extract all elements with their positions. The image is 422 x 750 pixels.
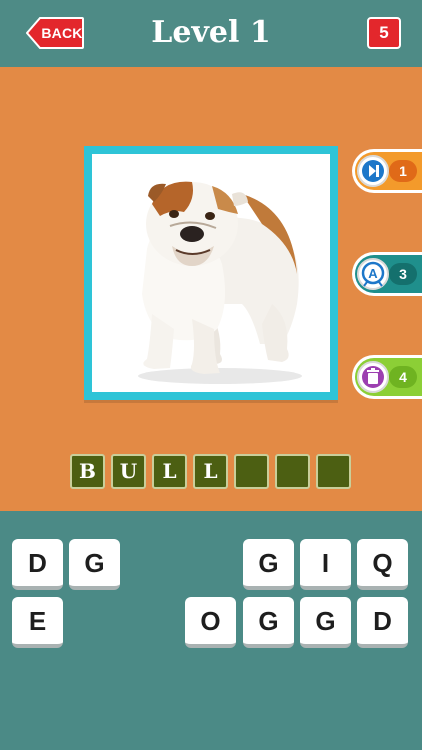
letter-key[interactable]: G xyxy=(300,597,351,648)
answer-slot[interactable]: B xyxy=(70,454,105,489)
answer-slot[interactable]: U xyxy=(111,454,146,489)
answer-slot[interactable] xyxy=(275,454,310,489)
skip-hint-count: 1 xyxy=(389,160,417,182)
letter-key[interactable]: E xyxy=(12,597,63,648)
top-bar: BACK Level 1 5 xyxy=(0,0,422,67)
letter-key[interactable]: O xyxy=(185,597,236,648)
puzzle-picture-frame xyxy=(84,146,338,400)
bulldog-image xyxy=(138,181,302,384)
skip-level-hint-button[interactable]: 1 xyxy=(352,149,422,193)
bulldog-photo xyxy=(92,154,330,392)
svg-text:A: A xyxy=(368,266,378,281)
answer-slot[interactable]: L xyxy=(193,454,228,489)
answer-slot[interactable] xyxy=(234,454,269,489)
answer-slot[interactable] xyxy=(316,454,351,489)
letter-key[interactable]: G xyxy=(69,539,120,590)
coin-count-badge: 5 xyxy=(367,17,401,49)
reveal-letter-icon: A xyxy=(357,258,389,290)
remove-hint-count: 4 xyxy=(389,366,417,388)
back-button-label: BACK xyxy=(41,25,83,41)
answer-slot[interactable]: L xyxy=(152,454,187,489)
reveal-letter-hint-button[interactable]: A 3 xyxy=(352,252,422,296)
letter-key[interactable]: G xyxy=(243,597,294,648)
level-title: Level 1 xyxy=(151,15,271,50)
letter-key[interactable]: Q xyxy=(357,539,408,590)
letter-key[interactable]: D xyxy=(12,539,63,590)
reveal-hint-count: 3 xyxy=(389,263,417,285)
remove-letters-icon xyxy=(357,361,389,393)
skip-icon xyxy=(357,155,389,187)
letter-key[interactable]: G xyxy=(243,539,294,590)
letter-key[interactable]: I xyxy=(300,539,351,590)
remove-letters-hint-button[interactable]: 4 xyxy=(352,355,422,399)
letter-key[interactable]: D xyxy=(357,597,408,648)
back-button[interactable]: BACK xyxy=(26,17,84,49)
